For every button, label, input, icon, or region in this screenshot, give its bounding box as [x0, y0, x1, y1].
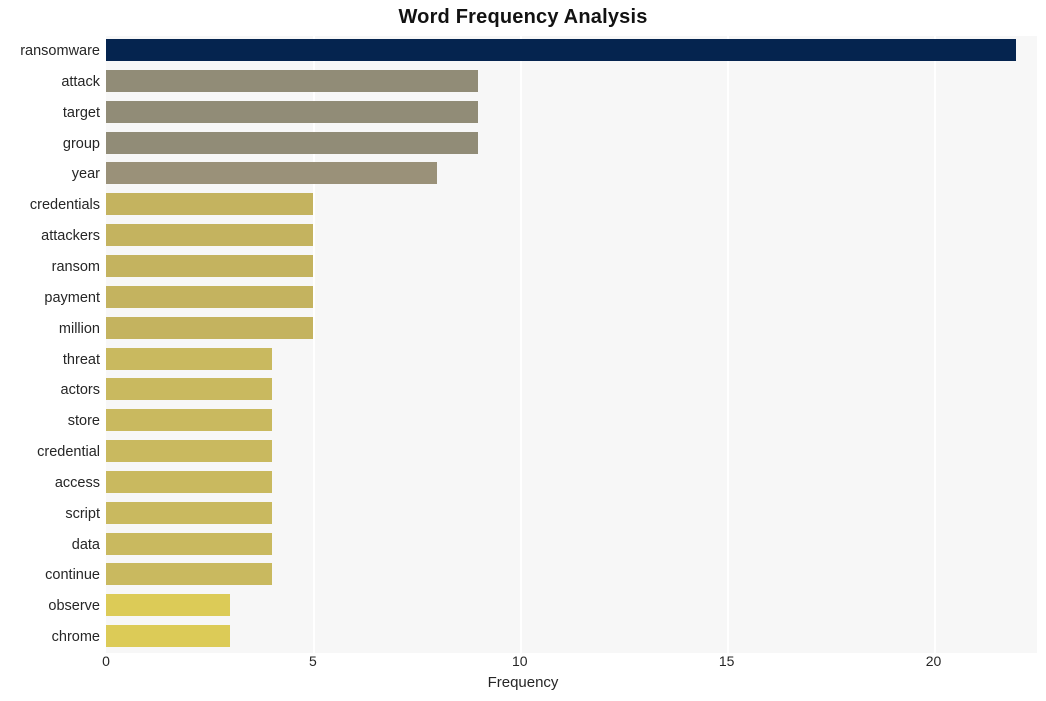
bar-group	[106, 132, 478, 154]
bar-row	[106, 406, 1037, 437]
bar-row	[106, 190, 1037, 221]
y-tick-label-script: script	[0, 499, 100, 530]
bar-row	[106, 283, 1037, 314]
y-tick-label-attack: attack	[0, 67, 100, 98]
x-axis-title: Frequency	[0, 674, 1046, 691]
bar-row	[106, 159, 1037, 190]
bar-row	[106, 129, 1037, 160]
bar-row	[106, 530, 1037, 561]
y-tick-label-observe: observe	[0, 591, 100, 622]
bar-threat	[106, 348, 272, 370]
bar-row	[106, 98, 1037, 129]
y-tick-label-continue: continue	[0, 560, 100, 591]
y-tick-label-store: store	[0, 406, 100, 437]
y-tick-label-million: million	[0, 314, 100, 345]
bar-payment	[106, 286, 313, 308]
bar-script	[106, 502, 272, 524]
x-tick-label-10: 10	[512, 653, 528, 669]
bar-row	[106, 345, 1037, 376]
bar-credential	[106, 440, 272, 462]
y-tick-label-ransomware: ransomware	[0, 36, 100, 67]
bar-credentials	[106, 193, 313, 215]
bar-million	[106, 317, 313, 339]
x-tick-label-20: 20	[926, 653, 942, 669]
y-tick-label-actors: actors	[0, 375, 100, 406]
bar-row	[106, 437, 1037, 468]
y-tick-label-group: group	[0, 129, 100, 160]
bar-row	[106, 314, 1037, 345]
y-tick-label-data: data	[0, 530, 100, 561]
y-tick-label-target: target	[0, 98, 100, 129]
x-tick-label-5: 5	[309, 653, 317, 669]
y-tick-label-payment: payment	[0, 283, 100, 314]
bar-row	[106, 67, 1037, 98]
y-axis: ransomwareattacktargetgroupyearcredentia…	[0, 36, 100, 653]
bar-continue	[106, 563, 272, 585]
y-tick-label-attackers: attackers	[0, 221, 100, 252]
bar-ransomware	[106, 39, 1016, 61]
bar-ransom	[106, 255, 313, 277]
bar-target	[106, 101, 478, 123]
bar-row	[106, 252, 1037, 283]
chart-title: Word Frequency Analysis	[0, 6, 1046, 29]
bar-row	[106, 560, 1037, 591]
bar-actors	[106, 378, 272, 400]
bar-chrome	[106, 625, 230, 647]
bar-row	[106, 591, 1037, 622]
bar-access	[106, 471, 272, 493]
y-tick-label-threat: threat	[0, 345, 100, 376]
bar-row	[106, 36, 1037, 67]
bar-attack	[106, 70, 478, 92]
bar-observe	[106, 594, 230, 616]
bar-row	[106, 499, 1037, 530]
y-tick-label-year: year	[0, 159, 100, 190]
bar-attackers	[106, 224, 313, 246]
bar-row	[106, 622, 1037, 653]
bar-row	[106, 468, 1037, 499]
chart-figure: Word Frequency Analysis ransomwareattack…	[0, 0, 1046, 701]
bar-store	[106, 409, 272, 431]
y-tick-label-ransom: ransom	[0, 252, 100, 283]
y-tick-label-chrome: chrome	[0, 622, 100, 653]
bar-data	[106, 533, 272, 555]
y-tick-label-access: access	[0, 468, 100, 499]
x-tick-label-0: 0	[102, 653, 110, 669]
bar-row	[106, 375, 1037, 406]
bar-year	[106, 162, 437, 184]
plot-area	[106, 36, 1037, 653]
bar-row	[106, 221, 1037, 252]
y-tick-label-credentials: credentials	[0, 190, 100, 221]
y-tick-label-credential: credential	[0, 437, 100, 468]
x-tick-label-15: 15	[719, 653, 735, 669]
